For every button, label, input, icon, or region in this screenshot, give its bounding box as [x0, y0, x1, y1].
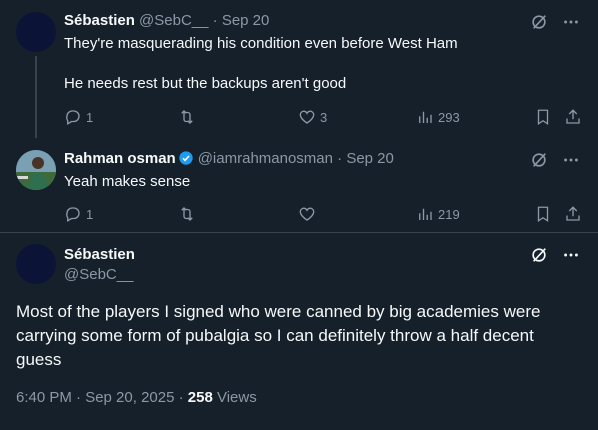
tweet-header: Sébastien @SebC__ · Sep 20	[64, 11, 269, 31]
bookmark-button[interactable]	[534, 107, 552, 127]
tweet-actions: 1 3 293	[64, 107, 584, 127]
grok-icon[interactable]	[530, 151, 548, 174]
header-separator: ·	[212, 12, 218, 29]
reply-button[interactable]: 1	[64, 204, 93, 224]
bookmark-button[interactable]	[534, 204, 552, 224]
share-button[interactable]	[564, 204, 582, 224]
avatar[interactable]	[16, 150, 56, 190]
tweet-meta: 6:40 PM · Sep 20, 2025 · 258 Views	[16, 388, 257, 408]
author-handle[interactable]: @SebC__	[64, 265, 135, 285]
grok-icon[interactable]	[530, 246, 548, 269]
bookmark-icon	[537, 206, 549, 223]
reply-tweet-2[interactable]: Rahman osman @iamrahmanosman · Sep 20 Yea…	[0, 138, 598, 232]
like-count: 3	[320, 109, 328, 125]
more-dots-icon[interactable]	[562, 13, 580, 36]
tweet-date[interactable]: Sep 20	[346, 150, 394, 167]
heart-icon	[299, 110, 315, 124]
share-icon	[566, 206, 580, 221]
views-count: 219	[438, 206, 460, 222]
views-chart-icon	[419, 111, 432, 123]
reply-count: 1	[86, 109, 94, 125]
author-handle[interactable]: @SebC__	[139, 12, 208, 29]
views-count: 258	[187, 389, 213, 406]
reply-icon	[66, 110, 80, 125]
reply-button[interactable]: 1	[64, 107, 93, 127]
main-tweet-text: Most of the players I signed who were ca…	[16, 302, 541, 369]
header-separator: ·	[337, 150, 343, 167]
main-tweet-header: Sébastien @SebC__	[64, 245, 135, 285]
heart-icon	[299, 207, 315, 221]
retweet-button[interactable]	[178, 107, 200, 127]
author-handle[interactable]: @iamrahmanosman	[198, 150, 333, 167]
avatar[interactable]	[16, 12, 56, 52]
avatar[interactable]	[16, 244, 56, 284]
reply-icon	[66, 207, 80, 222]
more-dots-icon[interactable]	[562, 151, 580, 174]
author-name[interactable]: Sébastien	[64, 245, 135, 265]
tweet-text-line-1: They're masquerading his condition even …	[64, 35, 458, 52]
views-button[interactable]: 293	[416, 107, 460, 127]
bookmark-icon	[537, 109, 549, 126]
tweet-timestamp[interactable]: 6:40 PM · Sep 20, 2025 ·	[16, 389, 188, 406]
reply-count: 1	[86, 206, 94, 222]
grok-icon[interactable]	[530, 13, 548, 36]
thread-line	[35, 56, 37, 138]
author-name[interactable]: Sébastien	[64, 12, 135, 29]
views-button[interactable]: 219	[416, 204, 460, 224]
tweet-text-line-1: Yeah makes sense	[64, 173, 191, 190]
tweet-top-icons	[530, 151, 580, 174]
like-button[interactable]: 3	[298, 107, 327, 127]
tweet-header: Rahman osman @iamrahmanosman · Sep 20	[64, 149, 394, 169]
tweet-top-icons	[530, 13, 580, 36]
author-name[interactable]: Rahman osman	[64, 150, 176, 167]
tweet-date[interactable]: Sep 20	[222, 12, 270, 29]
like-button[interactable]	[298, 204, 320, 224]
views-chart-icon	[419, 208, 432, 220]
reply-tweet-1[interactable]: Sébastien @SebC__ · Sep 20 They're masqu…	[0, 0, 598, 138]
tweet-text-line-2: He needs rest but the backups aren't goo…	[64, 75, 347, 92]
main-tweet: Sébastien @SebC__ Most of the players I …	[0, 233, 598, 430]
more-dots-icon[interactable]	[562, 246, 580, 269]
tweet-top-icons	[530, 246, 580, 269]
tweet-actions: 1 219	[64, 204, 584, 224]
retweet-button[interactable]	[178, 204, 200, 224]
views-label: Views	[212, 389, 257, 406]
verified-badge-icon	[179, 151, 193, 165]
share-icon	[566, 109, 580, 124]
avatar-photo	[16, 150, 56, 190]
retweet-icon	[181, 207, 193, 221]
retweet-icon	[181, 110, 193, 124]
share-button[interactable]	[564, 107, 582, 127]
views-count: 293	[438, 109, 460, 125]
